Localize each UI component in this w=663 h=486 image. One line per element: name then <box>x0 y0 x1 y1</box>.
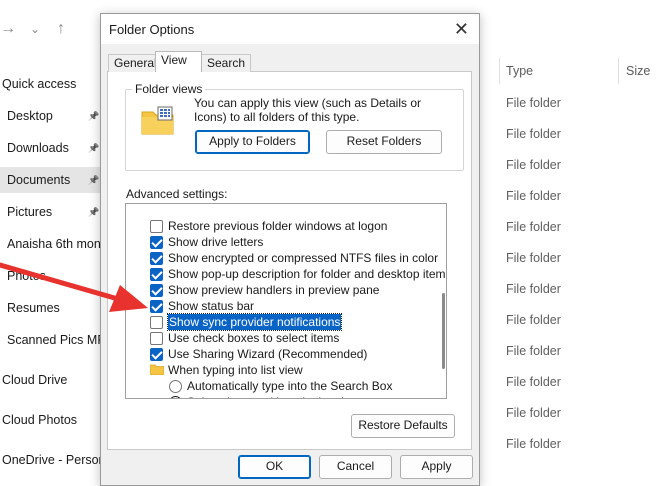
advanced-settings-list[interactable]: Restore previous folder windows at logon… <box>125 203 447 399</box>
sidebar-item-label: Pictures <box>7 205 53 219</box>
setting-radio[interactable] <box>169 380 182 393</box>
column-separator[interactable] <box>499 58 500 84</box>
sidebar-item[interactable]: Photos <box>0 263 100 289</box>
setting-label: Show preview handlers in preview pane <box>168 283 380 297</box>
folder-views-icon <box>141 106 174 135</box>
setting-label: Show sync provider notifications <box>166 313 343 331</box>
setting-checkbox[interactable] <box>150 332 163 345</box>
scrollbar-thumb[interactable] <box>442 293 445 369</box>
file-type-cell: File folder <box>506 313 561 327</box>
folder-options-dialog: Folder Options ✕ General View Search Fol… <box>100 13 480 486</box>
folder-views-label: Folder views <box>132 82 206 96</box>
sidebar-item[interactable]: Scanned Pics MF <box>0 327 100 353</box>
sidebar-item[interactable]: Resumes <box>0 295 100 321</box>
restore-defaults-button[interactable]: Restore Defaults <box>351 414 455 438</box>
setting-label: Show pop-up description for folder and d… <box>168 267 447 281</box>
sidebar-item[interactable]: Quick access <box>0 71 100 97</box>
setting-checkbox[interactable] <box>150 316 163 329</box>
apply-button[interactable]: Apply <box>400 455 473 479</box>
sidebar-item-label: Cloud Photos <box>2 413 78 427</box>
title-bar[interactable]: Folder Options ✕ <box>101 14 479 44</box>
folder-icon <box>150 364 164 375</box>
sidebar-item[interactable]: Desktop 📌 <box>0 103 100 129</box>
sidebar-item-label: Desktop <box>7 109 53 123</box>
sidebar-item-label: Photos <box>7 269 46 283</box>
setting-checkbox[interactable] <box>150 220 163 233</box>
file-type-cell: File folder <box>506 251 561 265</box>
pin-icon: 📌 <box>88 207 100 217</box>
sidebar-item-label: OneDrive - Persona <box>2 453 100 467</box>
advanced-settings-label: Advanced settings: <box>126 187 228 201</box>
sidebar-item-label: Scanned Pics MF <box>7 333 100 347</box>
sidebar-item-label: Documents <box>7 173 71 187</box>
tab-view[interactable]: View <box>155 51 202 72</box>
setting-checkbox[interactable] <box>150 300 163 313</box>
ok-button[interactable]: OK <box>238 455 311 479</box>
forward-arrow-icon[interactable]: → <box>0 18 16 40</box>
sidebar-item[interactable]: Cloud Photos <box>0 407 100 433</box>
column-header-type[interactable]: Type <box>506 62 533 80</box>
close-icon[interactable]: ✕ <box>454 18 469 40</box>
setting-label: Show encrypted or compressed NTFS files … <box>168 251 439 265</box>
apply-to-folders-button[interactable]: Apply to Folders <box>195 130 310 154</box>
pin-icon: 📌 <box>88 175 100 185</box>
file-type-cell: File folder <box>506 406 561 420</box>
tab-search[interactable]: Search <box>201 54 252 72</box>
pin-icon: 📌 <box>88 111 100 121</box>
file-type-cell: File folder <box>506 344 561 358</box>
setting-label: Show drive letters <box>168 235 264 249</box>
sidebar-item[interactable]: Pictures 📌 <box>0 199 100 225</box>
setting-label: Select the typed item in the view <box>187 394 359 398</box>
setting-label: Show status bar <box>168 299 255 313</box>
file-type-cell: File folder <box>506 220 561 234</box>
sidebar-item[interactable]: Anaisha 6th mont <box>0 231 100 257</box>
sidebar-item-label: Cloud Drive <box>2 373 68 387</box>
file-type-cell: File folder <box>506 96 561 110</box>
setting-checkbox[interactable] <box>150 268 163 281</box>
file-type-cell: File folder <box>506 437 561 451</box>
setting-label: Restore previous folder windows at logon <box>168 219 388 233</box>
up-arrow-icon[interactable]: ↑ <box>57 18 65 40</box>
sidebar-item-label: Anaisha 6th mont <box>7 237 100 251</box>
reset-folders-button[interactable]: Reset Folders <box>326 130 442 154</box>
setting-label: Use check boxes to select items <box>168 331 340 345</box>
file-type-cell: File folder <box>506 375 561 389</box>
column-separator[interactable] <box>618 58 619 84</box>
sidebar-item[interactable]: OneDrive - Persona <box>0 447 100 473</box>
folder-views-description: You can apply this view (such as Details… <box>194 96 422 124</box>
cancel-button[interactable]: Cancel <box>319 455 392 479</box>
sidebar-item-label: Resumes <box>7 301 60 315</box>
column-header-size[interactable]: Size <box>626 62 650 80</box>
sidebar-item-label: Downloads <box>7 141 69 155</box>
recent-dropdown-icon[interactable]: ⌄ <box>30 18 40 40</box>
setting-checkbox[interactable] <box>150 284 163 297</box>
setting-checkbox[interactable] <box>150 236 163 249</box>
file-type-cell: File folder <box>506 127 561 141</box>
setting-radio[interactable] <box>169 396 182 398</box>
dialog-title: Folder Options <box>109 22 195 37</box>
sidebar-item[interactable]: Downloads 📌 <box>0 135 100 161</box>
file-type-cell: File folder <box>506 282 561 296</box>
file-type-cell: File folder <box>506 158 561 172</box>
sidebar-item[interactable]: Documents 📌 <box>0 167 100 193</box>
setting-label: When typing into list view <box>168 363 303 377</box>
sidebar-item-label: Quick access <box>2 77 77 91</box>
pin-icon: 📌 <box>88 143 100 153</box>
sidebar-item[interactable]: Cloud Drive <box>0 367 100 393</box>
setting-checkbox[interactable] <box>150 252 163 265</box>
setting-checkbox[interactable] <box>150 348 163 361</box>
file-type-cell: File folder <box>506 189 561 203</box>
setting-label: Automatically type into the Search Box <box>187 379 393 393</box>
setting-label: Use Sharing Wizard (Recommended) <box>168 347 368 361</box>
